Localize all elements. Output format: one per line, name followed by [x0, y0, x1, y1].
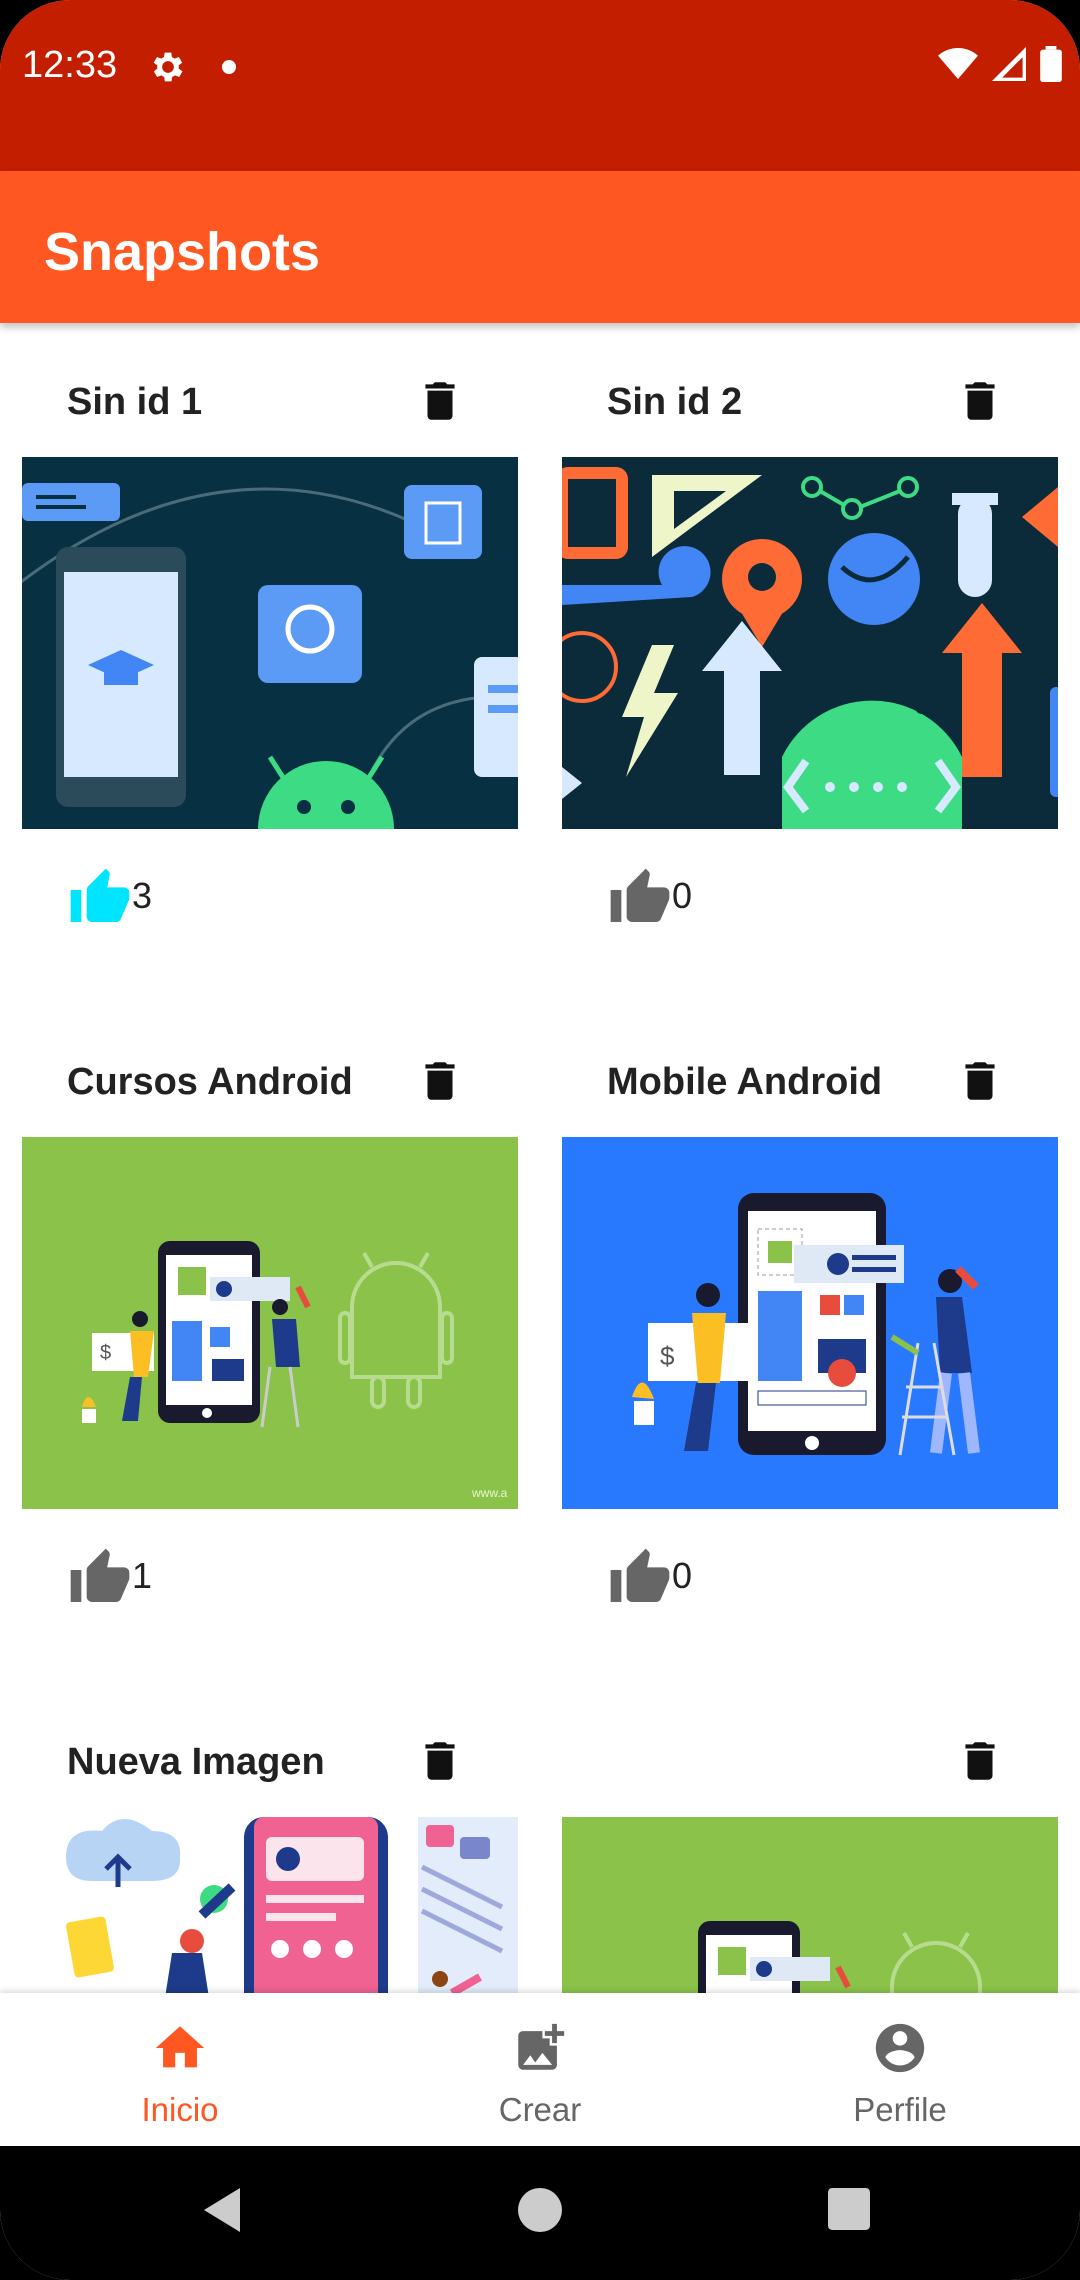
svg-text:www.a: www.a: [471, 1486, 508, 1500]
nav-label: Crear: [498, 2091, 582, 2128]
snapshot-title: Mobile Android: [607, 1061, 883, 1103]
system-navigation-bar: [0, 2146, 1080, 2280]
nav-label: Inicio: [141, 2091, 219, 2128]
snapshot-title: Sin id 2: [607, 381, 743, 423]
home-circle-icon[interactable]: [518, 2188, 562, 2232]
thumb-up-icon[interactable]: [68, 1546, 132, 1610]
snapshot-image[interactable]: [22, 1817, 518, 1993]
snapshot-card: [562, 1683, 1058, 1993]
snapshot-grid[interactable]: Sin id 1 3 Sin id 2 0 Cursos Android $ w…: [0, 323, 1080, 1993]
nav-item-perfile[interactable]: Perfile: [720, 1993, 1080, 2146]
add-photo-icon: [518, 2023, 565, 2070]
back-icon[interactable]: [204, 2188, 244, 2232]
bottom-navigation: Inicio Crear Perfile: [0, 1993, 1080, 2146]
status-bar: 12:33: [0, 0, 1080, 171]
svg-text:$: $: [660, 1341, 675, 1371]
like-count: 0: [672, 1555, 693, 1596]
svg-text:$: $: [100, 1342, 111, 1364]
account-circle-icon: [875, 2023, 925, 2073]
app-screen: 12:33 Snapshots Sin id 1 3 Sin id 2 0 Cu…: [0, 0, 1080, 2280]
delete-icon[interactable]: [955, 373, 1005, 429]
like-count: 3: [132, 875, 153, 916]
delete-icon[interactable]: [415, 1733, 465, 1789]
like-count: 1: [132, 1555, 153, 1596]
nav-label: Perfile: [853, 2091, 947, 2128]
app-bar: Snapshots: [0, 171, 1080, 323]
status-icons: [938, 46, 1062, 82]
delete-icon[interactable]: [955, 1733, 1005, 1789]
like-count: 0: [672, 875, 693, 916]
thumb-up-icon[interactable]: [68, 866, 132, 930]
snapshot-title: Cursos Android: [67, 1061, 353, 1103]
delete-icon[interactable]: [955, 1053, 1005, 1109]
snapshot-card: Nueva Imagen: [22, 1683, 518, 1993]
snapshot-image[interactable]: [22, 457, 518, 829]
thumb-up-icon[interactable]: [608, 1546, 672, 1610]
snapshot-title: Nueva Imagen: [67, 1741, 325, 1783]
delete-icon[interactable]: [415, 373, 465, 429]
app-title: Snapshots: [44, 222, 321, 282]
home-icon: [155, 2026, 205, 2068]
status-time: 12:33: [22, 44, 118, 86]
snapshot-card: Sin id 2 0: [562, 323, 1058, 1003]
snapshot-image[interactable]: $ www.a: [22, 1137, 518, 1509]
battery-icon: [1040, 46, 1062, 82]
snapshot-card: Mobile Android $ 0: [562, 1003, 1058, 1683]
nav-item-crear[interactable]: Crear: [360, 1993, 720, 2146]
snapshot-image[interactable]: $: [562, 1137, 1058, 1509]
recents-square-icon[interactable]: [828, 2188, 870, 2230]
cell-signal-icon: [992, 47, 1026, 81]
thumb-up-icon[interactable]: [608, 866, 672, 930]
snapshot-image[interactable]: [562, 457, 1058, 829]
snapshot-card: Cursos Android $ www.a 1: [22, 1003, 518, 1683]
notification-dot-icon: [222, 60, 236, 74]
wifi-icon: [938, 48, 978, 79]
snapshot-image[interactable]: [562, 1817, 1058, 1993]
settings-gear-icon: [153, 52, 183, 82]
snapshot-card: Sin id 1 3: [22, 323, 518, 1003]
snapshot-title: Sin id 1: [67, 381, 203, 423]
delete-icon[interactable]: [415, 1053, 465, 1109]
nav-item-inicio[interactable]: Inicio: [0, 1993, 360, 2146]
